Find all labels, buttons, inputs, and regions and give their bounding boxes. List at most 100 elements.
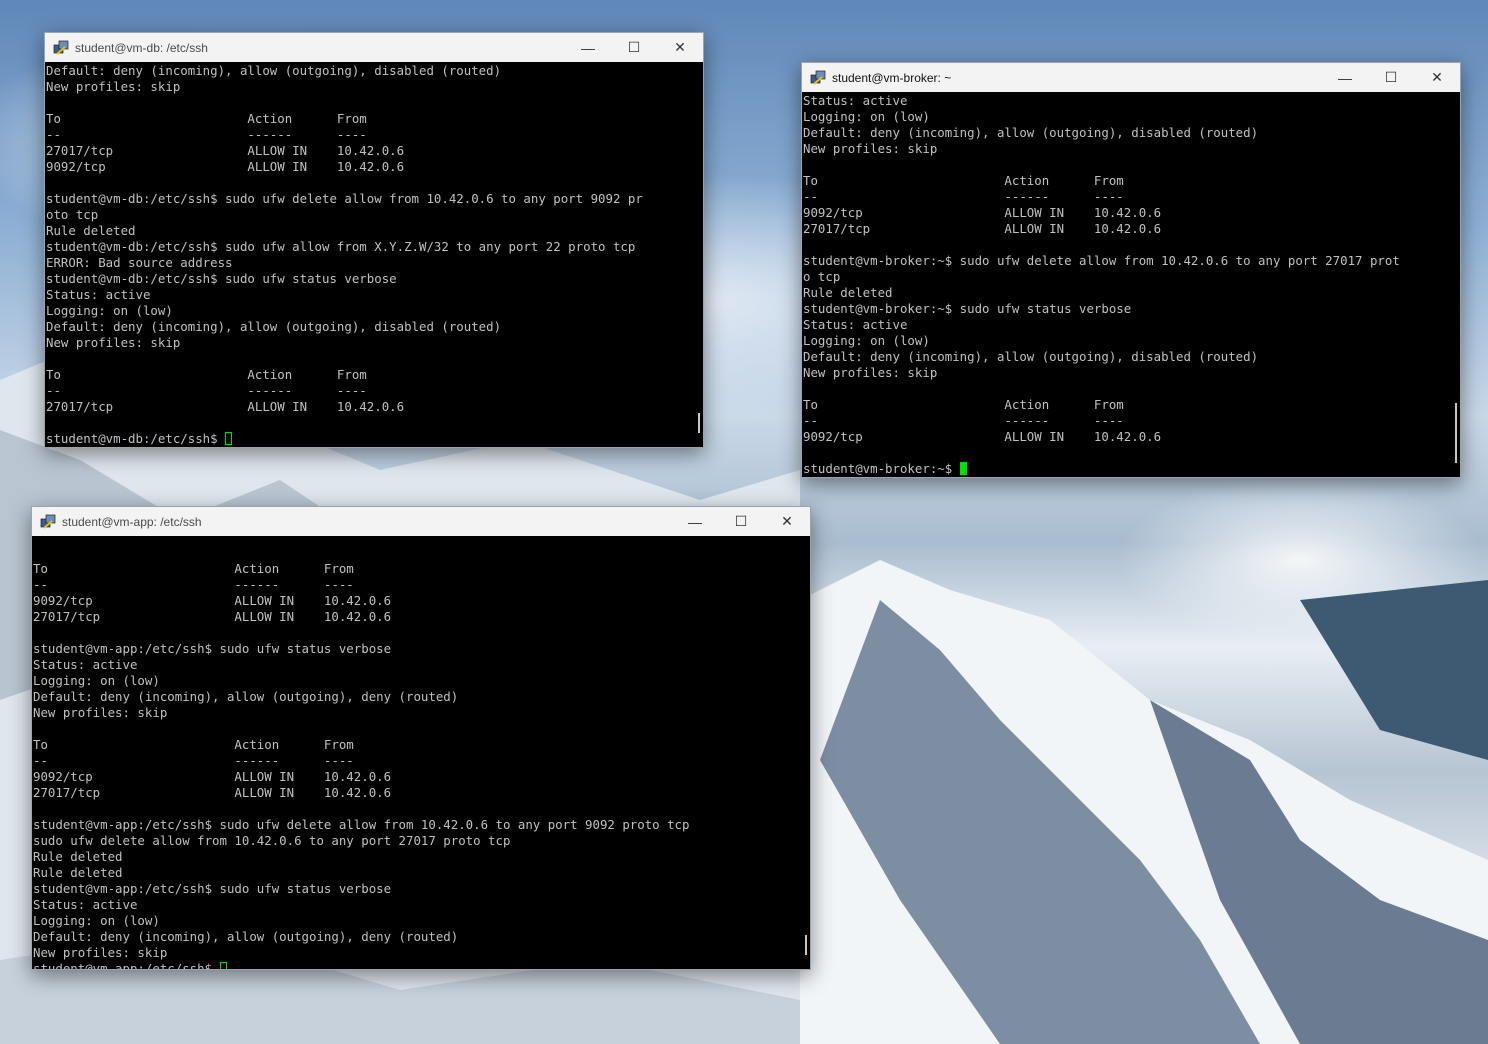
terminal-line: Default: deny (incoming), allow (outgoin…	[33, 929, 459, 944]
terminal-line: 27017/tcp ALLOW IN 10.42.0.6	[33, 785, 392, 800]
shell-prompt: student@vm-app:/etc/ssh$	[33, 961, 220, 969]
terminal-line: New profiles: skip	[803, 141, 938, 156]
terminal-line: Default: deny (incoming), allow (outgoin…	[33, 689, 459, 704]
putty-icon	[53, 40, 69, 55]
terminal-line: ERROR: Bad source address	[46, 255, 233, 270]
maximize-icon[interactable]: ☐	[611, 33, 657, 62]
titlebar[interactable]: student@vm-db: /etc/ssh — ☐ ✕	[45, 33, 703, 62]
terminal-line: New profiles: skip	[33, 945, 168, 960]
terminal-line: -- ------ ----	[46, 127, 367, 142]
terminal-line: Status: active	[46, 287, 151, 302]
terminal-output[interactable]: Default: deny (incoming), allow (outgoin…	[45, 63, 703, 447]
terminal-line: -- ------ ----	[803, 413, 1124, 428]
terminal-line: student@vm-broker:~$ sudo ufw delete all…	[803, 253, 1400, 268]
maximize-icon[interactable]: ☐	[1368, 63, 1414, 92]
close-icon[interactable]: ✕	[657, 33, 703, 62]
terminal-window-app[interactable]: student@vm-app: /etc/ssh — ☐ ✕ To Action…	[31, 506, 811, 970]
shell-prompt: student@vm-broker:~$	[803, 461, 960, 476]
scrollbar-thumb[interactable]	[805, 935, 807, 955]
terminal-line: New profiles: skip	[803, 365, 938, 380]
terminal-line: New profiles: skip	[46, 335, 181, 350]
terminal-line: 9092/tcp ALLOW IN 10.42.0.6	[803, 205, 1162, 220]
terminal-line: 27017/tcp ALLOW IN 10.42.0.6	[46, 143, 405, 158]
close-icon[interactable]: ✕	[1414, 63, 1460, 92]
maximize-icon[interactable]: ☐	[718, 507, 764, 536]
putty-icon	[810, 70, 826, 85]
terminal-line: Rule deleted	[803, 285, 893, 300]
terminal-line: -- ------ ----	[33, 577, 354, 592]
terminal-line: Rule deleted	[46, 223, 136, 238]
terminal-line: 9092/tcp ALLOW IN 10.42.0.6	[33, 769, 392, 784]
close-icon[interactable]: ✕	[764, 507, 810, 536]
terminal-line: 9092/tcp ALLOW IN 10.42.0.6	[33, 593, 392, 608]
scrollbar-thumb[interactable]	[698, 413, 700, 433]
prompt-line[interactable]: student@vm-app:/etc/ssh$	[33, 961, 810, 969]
terminal-line: student@vm-db:/etc/ssh$ sudo ufw delete …	[46, 191, 643, 206]
terminal-line: Logging: on (low)	[46, 303, 173, 318]
terminal-output[interactable]: To Action From -- ------ ---- 9092/tcp A…	[32, 537, 810, 969]
terminal-line: To Action From	[803, 397, 1124, 412]
terminal-line: o tcp	[803, 269, 841, 284]
titlebar[interactable]: student@vm-app: /etc/ssh — ☐ ✕	[32, 507, 810, 536]
terminal-line: 9092/tcp ALLOW IN 10.42.0.6	[803, 429, 1162, 444]
terminal-line: To Action From	[33, 561, 354, 576]
terminal-line: New profiles: skip	[33, 705, 168, 720]
window-title: student@vm-app: /etc/ssh	[62, 514, 202, 529]
terminal-line: Default: deny (incoming), allow (outgoin…	[803, 125, 1259, 140]
terminal-line: student@vm-app:/etc/ssh$ sudo ufw status…	[33, 641, 392, 656]
terminal-window-db[interactable]: student@vm-db: /etc/ssh — ☐ ✕ Default: d…	[44, 32, 704, 448]
terminal-line: 27017/tcp ALLOW IN 10.42.0.6	[33, 609, 392, 624]
terminal-line: -- ------ ----	[46, 383, 367, 398]
terminal-line: Rule deleted	[33, 865, 123, 880]
titlebar[interactable]: student@vm-broker: ~ — ☐ ✕	[802, 63, 1460, 92]
terminal-line: Logging: on (low)	[803, 333, 930, 348]
terminal-line: Default: deny (incoming), allow (outgoin…	[46, 319, 502, 334]
terminal-window-broker[interactable]: student@vm-broker: ~ — ☐ ✕ Status: activ…	[801, 62, 1461, 478]
terminal-line: 27017/tcp ALLOW IN 10.42.0.6	[46, 399, 405, 414]
terminal-line: 27017/tcp ALLOW IN 10.42.0.6	[803, 221, 1162, 236]
terminal-line: -- ------ ----	[803, 189, 1124, 204]
terminal-line: Logging: on (low)	[803, 109, 930, 124]
window-title: student@vm-db: /etc/ssh	[75, 40, 208, 55]
putty-icon	[40, 514, 56, 529]
prompt-line[interactable]: student@vm-db:/etc/ssh$	[46, 431, 703, 447]
minimize-icon[interactable]: —	[565, 33, 611, 62]
minimize-icon[interactable]: —	[672, 507, 718, 536]
terminal-line: To Action From	[46, 111, 367, 126]
terminal-line: Logging: on (low)	[33, 673, 160, 688]
terminal-line: Status: active	[33, 657, 138, 672]
terminal-line: Default: deny (incoming), allow (outgoin…	[803, 349, 1259, 364]
terminal-line: Default: deny (incoming), allow (outgoin…	[46, 63, 502, 78]
terminal-line: Logging: on (low)	[33, 913, 160, 928]
scrollbar-thumb[interactable]	[1455, 403, 1457, 463]
minimize-icon[interactable]: —	[1322, 63, 1368, 92]
terminal-line: student@vm-db:/etc/ssh$ sudo ufw status …	[46, 271, 397, 286]
text-cursor	[219, 962, 227, 969]
terminal-line: Status: active	[803, 317, 908, 332]
prompt-line[interactable]: student@vm-broker:~$	[803, 461, 1460, 477]
terminal-line: Status: active	[33, 897, 138, 912]
terminal-line: To Action From	[33, 737, 354, 752]
terminal-line: student@vm-app:/etc/ssh$ sudo ufw status…	[33, 881, 392, 896]
terminal-line: student@vm-db:/etc/ssh$ sudo ufw allow f…	[46, 239, 636, 254]
terminal-line: To Action From	[46, 367, 367, 382]
terminal-line: New profiles: skip	[46, 79, 181, 94]
terminal-line: student@vm-app:/etc/ssh$ sudo ufw delete…	[33, 817, 690, 832]
window-title: student@vm-broker: ~	[832, 70, 952, 85]
text-cursor	[959, 462, 967, 475]
terminal-line: -- ------ ----	[33, 753, 354, 768]
terminal-output[interactable]: Status: active Logging: on (low) Default…	[802, 93, 1460, 477]
terminal-line: Status: active	[803, 93, 908, 108]
